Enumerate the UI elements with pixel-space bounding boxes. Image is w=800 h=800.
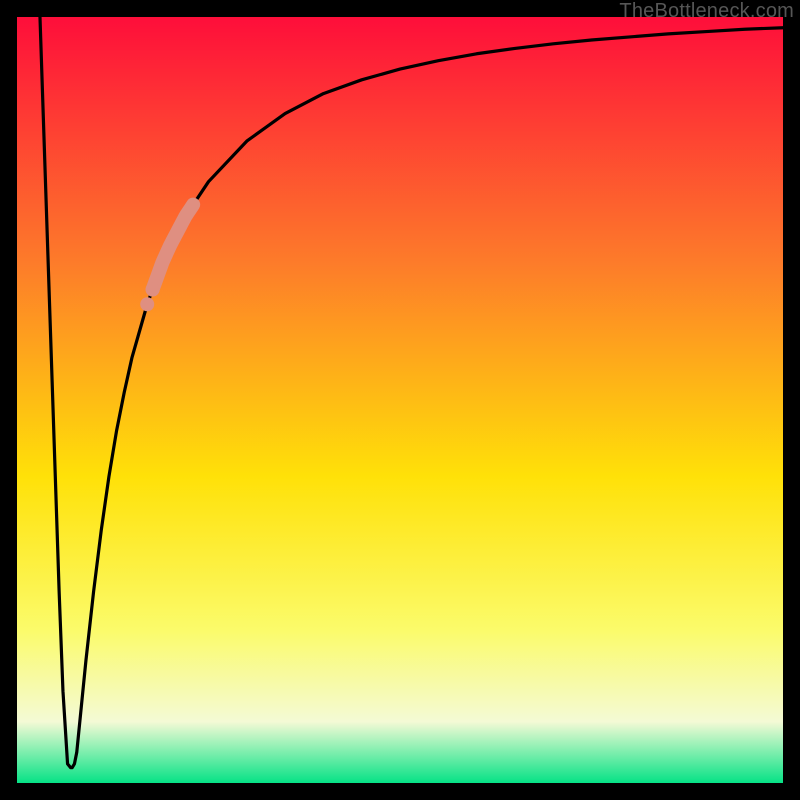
chart-plot-area: [17, 17, 783, 783]
chart-svg: [17, 17, 783, 783]
chart-frame: TheBottleneck.com: [0, 0, 800, 800]
chart-background-gradient: [17, 17, 783, 783]
watermark-label: TheBottleneck.com: [619, 0, 794, 23]
